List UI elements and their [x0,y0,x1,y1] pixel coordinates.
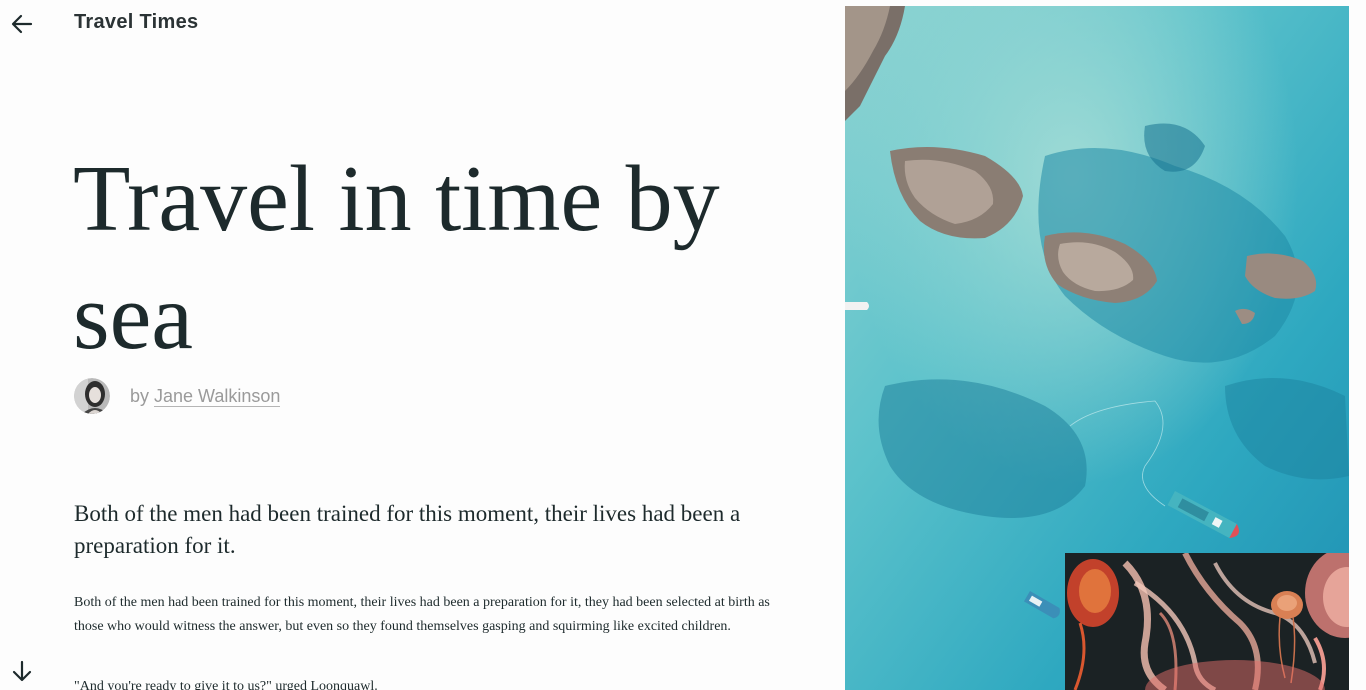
site-title[interactable]: Travel Times [74,11,198,34]
article-title: Travel in time by sea [73,147,720,369]
back-arrow-icon[interactable] [9,11,35,37]
article-paragraph: Both of the men had been trained for thi… [74,595,770,634]
article-paragraph: "And you're ready to give it to us?" urg… [74,679,378,690]
article-lead: Both of the men had been trained for thi… [74,501,741,558]
byline-prefix: by [130,385,150,406]
byline: by Jane Walkinson [74,378,281,414]
author-link[interactable]: Jane Walkinson [154,386,281,407]
author-avatar[interactable] [74,378,110,414]
scroll-down-arrow-icon[interactable] [9,658,35,684]
inset-image [1065,553,1349,690]
